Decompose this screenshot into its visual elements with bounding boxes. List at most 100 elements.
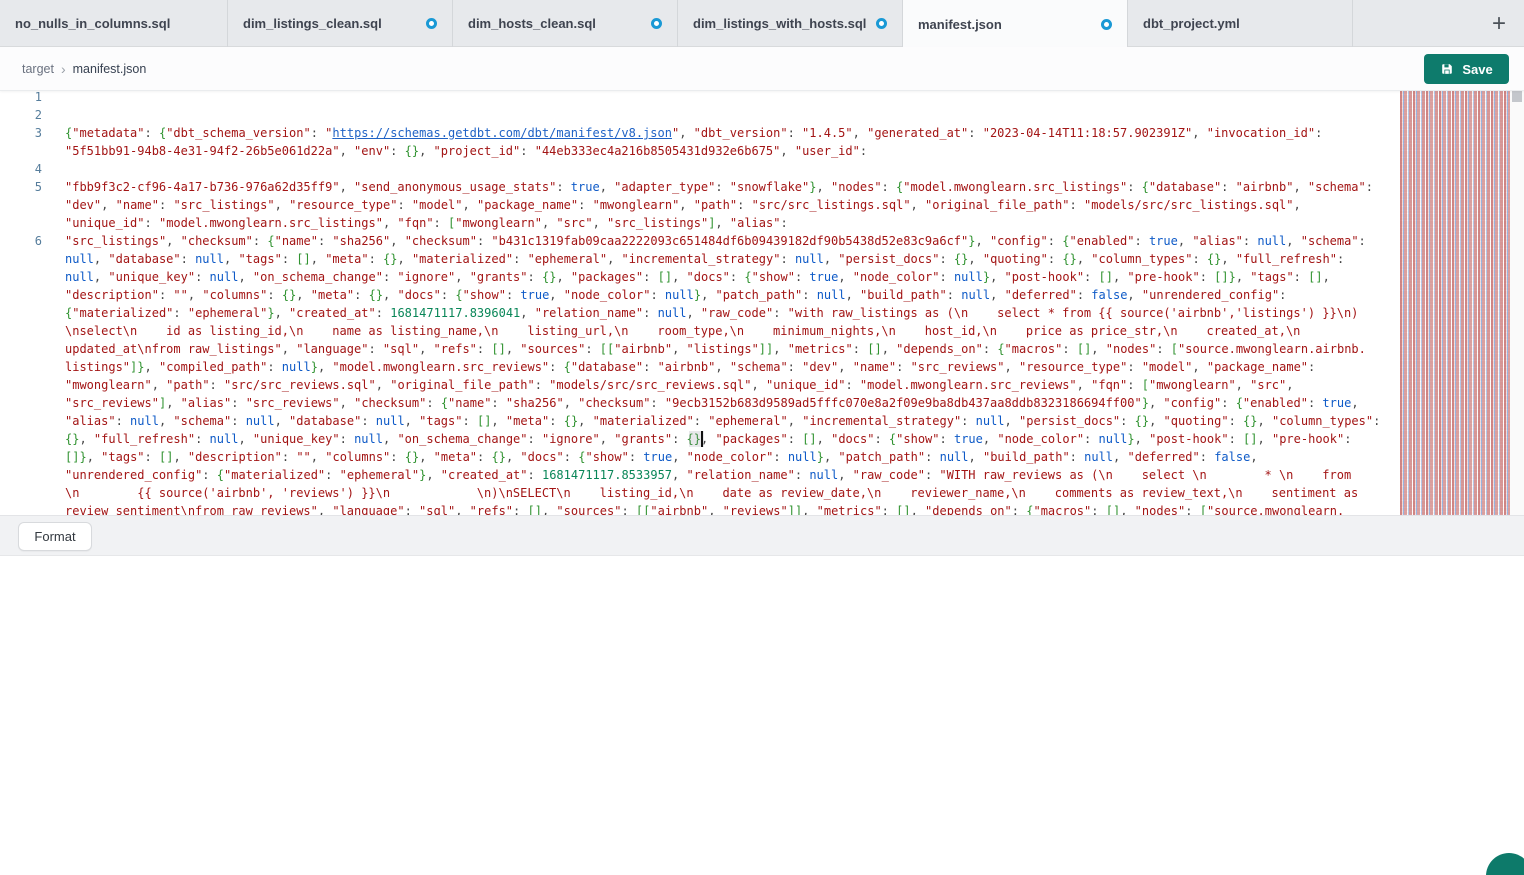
unsaved-changes-dot-icon[interactable]	[651, 18, 662, 29]
code-text: null, "database": null, "tags": [], "met…	[65, 250, 1344, 268]
line-number	[0, 376, 42, 394]
code-line[interactable]: 4	[0, 160, 1380, 178]
format-button-label: Format	[34, 529, 75, 544]
code-text: \nselect\n id as listing_id,\n name as l…	[65, 322, 1300, 340]
tab-label: dim_hosts_clean.sql	[468, 16, 596, 31]
tab-no-nulls-in-columns-sql[interactable]: no_nulls_in_columns.sql	[0, 0, 228, 47]
code-text: "src_reviews"], "alias": "src_reviews", …	[65, 394, 1359, 412]
chevron-right-icon: ›	[61, 61, 66, 77]
code-text: review_sentiment\nfrom raw_reviews", "la…	[65, 502, 1344, 515]
editor-footer-bar: Format	[0, 515, 1524, 556]
unsaved-changes-dot-icon[interactable]	[1101, 19, 1112, 30]
code-text: updated_at\nfrom raw_listings", "languag…	[65, 340, 1366, 358]
code-text: null, "unique_key": null, "on_schema_cha…	[65, 268, 1330, 286]
breadcrumb-file: manifest.json	[73, 62, 147, 76]
code-line[interactable]: listings"]}, "compiled_path": null}, "mo…	[0, 358, 1380, 376]
tab-list: no_nulls_in_columns.sql dim_listings_clea…	[0, 0, 1353, 47]
code-line[interactable]: "5f51bb91-94b8-4e31-94f2-26b5e061d22a", …	[0, 142, 1380, 160]
code-line[interactable]: \nselect\n id as listing_id,\n name as l…	[0, 322, 1380, 340]
line-number	[0, 358, 42, 376]
code-text: "fbb9f3c2-cf96-4a17-b736-976a62d35ff9", …	[65, 178, 1373, 196]
floppy-disk-icon	[1440, 62, 1454, 76]
code-line[interactable]: null, "database": null, "tags": [], "met…	[0, 250, 1380, 268]
code-text: {}, "full_refresh": null, "unique_key": …	[65, 430, 1351, 448]
line-number	[0, 448, 42, 466]
breadcrumb: target › manifest.json	[22, 47, 146, 90]
tab-dim-listings-clean-sql[interactable]: dim_listings_clean.sql	[228, 0, 453, 47]
code-line[interactable]: "mwonglearn", "path": "src/src_reviews.s…	[0, 376, 1380, 394]
line-number	[0, 286, 42, 304]
breadcrumb-folder: target	[22, 62, 54, 76]
tab-label: manifest.json	[918, 17, 1002, 32]
code-text: listings"]}, "compiled_path": null}, "mo…	[65, 358, 1315, 376]
code-lines: 123{"metadata": {"dbt_schema_version": "…	[0, 91, 1380, 515]
line-number	[0, 484, 42, 502]
line-number	[0, 196, 42, 214]
code-text: "5f51bb91-94b8-4e31-94f2-26b5e061d22a", …	[65, 142, 867, 160]
code-line[interactable]: {"materialized": "ephemeral"}, "created_…	[0, 304, 1380, 322]
code-line[interactable]: 2	[0, 106, 1380, 124]
file-action-bar: target › manifest.json Save	[0, 47, 1524, 91]
code-text: "unique_id": "model.mwonglearn.src_listi…	[65, 214, 788, 232]
code-text: "src_listings", "checksum": {"name": "sh…	[65, 232, 1366, 250]
line-number	[0, 430, 42, 448]
text-cursor	[701, 431, 703, 447]
tab-label: dbt_project.yml	[1143, 16, 1240, 31]
code-line[interactable]: "unique_id": "model.mwonglearn.src_listi…	[0, 214, 1380, 232]
code-line[interactable]: "unrendered_config": {"materialized": "e…	[0, 466, 1380, 484]
format-button[interactable]: Format	[18, 522, 92, 551]
line-number	[0, 214, 42, 232]
results-pane	[0, 557, 1524, 875]
tab-dim-listings-with-hosts-sql[interactable]: dim_listings_with_hosts.sql	[678, 0, 903, 47]
code-text: "alias": null, "schema": null, "database…	[65, 412, 1380, 430]
code-line[interactable]: review_sentiment\nfrom raw_reviews", "la…	[0, 502, 1380, 515]
save-button-label: Save	[1462, 62, 1492, 77]
code-editor[interactable]: 123{"metadata": {"dbt_schema_version": "…	[0, 91, 1400, 515]
line-number	[0, 466, 42, 484]
line-number	[0, 412, 42, 430]
tab-manifest-json[interactable]: manifest.json	[903, 0, 1128, 48]
line-number: 4	[0, 160, 42, 178]
code-line[interactable]: "description": "", "columns": {}, "meta"…	[0, 286, 1380, 304]
save-button[interactable]: Save	[1424, 54, 1509, 84]
scrollbar-thumb[interactable]	[1512, 91, 1522, 102]
line-number	[0, 322, 42, 340]
code-line[interactable]: 1	[0, 91, 1380, 106]
line-number	[0, 250, 42, 268]
tab-bar: no_nulls_in_columns.sql dim_listings_clea…	[0, 0, 1524, 47]
code-text: {"materialized": "ephemeral"}, "created_…	[65, 304, 1358, 322]
vertical-scrollbar[interactable]	[1510, 91, 1524, 515]
tab-label: no_nulls_in_columns.sql	[15, 16, 170, 31]
line-number: 1	[0, 91, 42, 106]
code-line[interactable]: "dev", "name": "src_listings", "resource…	[0, 196, 1380, 214]
tab-label: dim_listings_with_hosts.sql	[693, 16, 866, 31]
line-number	[0, 268, 42, 286]
unsaved-changes-dot-icon[interactable]	[876, 18, 887, 29]
code-line[interactable]: \n {{ source('airbnb', 'reviews') }}\n \…	[0, 484, 1380, 502]
code-text: "dev", "name": "src_listings", "resource…	[65, 196, 1301, 214]
code-line[interactable]: 3{"metadata": {"dbt_schema_version": "ht…	[0, 124, 1380, 142]
code-line[interactable]: 5 "fbb9f3c2-cf96-4a17-b736-976a62d35ff9",…	[0, 178, 1380, 196]
line-number: 2	[0, 106, 42, 124]
code-text: "description": "", "columns": {}, "meta"…	[65, 286, 1286, 304]
tab-dbt-project-yml[interactable]: dbt_project.yml	[1128, 0, 1353, 47]
tab-dim-hosts-clean-sql[interactable]: dim_hosts_clean.sql	[453, 0, 678, 47]
line-number	[0, 340, 42, 358]
code-text: \n {{ source('airbnb', 'reviews') }}\n \…	[65, 484, 1358, 502]
new-tab-button[interactable]: +	[1478, 0, 1520, 47]
code-line[interactable]: "alias": null, "schema": null, "database…	[0, 412, 1380, 430]
line-number: 6	[0, 232, 42, 250]
line-number: 5	[0, 178, 42, 196]
code-text: []}, "tags": [], "description": "", "col…	[65, 448, 1258, 466]
code-line[interactable]: null, "unique_key": null, "on_schema_cha…	[0, 268, 1380, 286]
unsaved-changes-dot-icon[interactable]	[426, 18, 437, 29]
tab-label: dim_listings_clean.sql	[243, 16, 382, 31]
code-line[interactable]: []}, "tags": [], "description": "", "col…	[0, 448, 1380, 466]
code-line[interactable]: "src_reviews"], "alias": "src_reviews", …	[0, 394, 1380, 412]
code-text: "unrendered_config": {"materialized": "e…	[65, 466, 1351, 484]
minimap[interactable]	[1400, 91, 1510, 515]
code-line[interactable]: 6 "src_listings", "checksum": {"name": "s…	[0, 232, 1380, 250]
code-line[interactable]: updated_at\nfrom raw_listings", "languag…	[0, 340, 1380, 358]
line-number	[0, 394, 42, 412]
plus-icon: +	[1492, 10, 1506, 38]
